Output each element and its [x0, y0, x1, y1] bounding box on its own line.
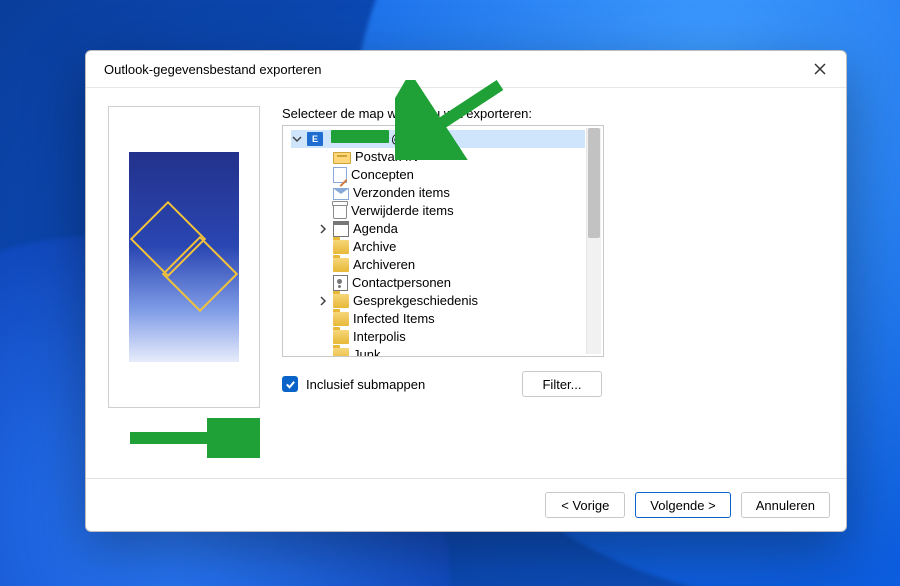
folder-icon	[333, 240, 349, 254]
tree-root-account[interactable]: E @live.nl	[291, 130, 585, 148]
tree-scrollbar[interactable]	[586, 128, 601, 354]
tree-item-label: Contactpersonen	[352, 274, 451, 292]
sent-icon	[333, 188, 349, 200]
chevron-right-icon[interactable]	[317, 295, 329, 307]
account-name: @live.nl	[327, 130, 439, 148]
close-button[interactable]	[800, 55, 840, 83]
tree-item[interactable]: Postvak IN	[317, 148, 585, 166]
folder-icon	[333, 348, 349, 356]
mailbox-icon: E	[307, 132, 323, 146]
export-dialog: Outlook-gegevensbestand exporteren Selec…	[85, 50, 847, 532]
tree-item[interactable]: Contactpersonen	[317, 274, 585, 292]
tree-item[interactable]: Gesprekgeschiedenis	[317, 292, 585, 310]
cancel-button[interactable]: Annuleren	[741, 492, 830, 518]
inbox-icon	[333, 152, 351, 164]
tree-item-label: Concepten	[351, 166, 414, 184]
chevron-down-icon[interactable]	[291, 133, 303, 145]
tree-item-label: Archiveren	[353, 256, 415, 274]
folder-icon	[333, 330, 349, 344]
include-subfolders-checkbox[interactable]	[282, 376, 298, 392]
folder-icon	[333, 294, 349, 308]
filter-button[interactable]: Filter...	[522, 371, 602, 397]
tree-item[interactable]: Interpolis	[317, 328, 585, 346]
trash-icon	[333, 203, 347, 219]
cal-icon	[333, 221, 349, 237]
draft-icon	[333, 167, 347, 183]
folder-icon	[333, 312, 349, 326]
folder-tree[interactable]: E @live.nl Postvak INConceptenVerzonden …	[282, 125, 604, 357]
tree-item-label: Verzonden items	[353, 184, 450, 202]
next-button[interactable]: Volgende >	[635, 492, 730, 518]
tree-item[interactable]: Verzonden items	[317, 184, 585, 202]
wizard-hero-image	[108, 106, 260, 408]
tree-item-label: Infected Items	[353, 310, 435, 328]
tree-item-label: Archive	[353, 238, 396, 256]
contacts-icon	[333, 275, 348, 291]
tree-item[interactable]: Agenda	[317, 220, 585, 238]
tree-item-label: Junk	[353, 346, 380, 356]
include-subfolders-label: Inclusief submappen	[306, 377, 425, 392]
tree-item[interactable]: Junk	[317, 346, 585, 356]
close-icon	[814, 63, 826, 75]
tree-item-label: Gesprekgeschiedenis	[353, 292, 478, 310]
titlebar: Outlook-gegevensbestand exporteren	[86, 51, 846, 88]
redacted-bar	[331, 130, 389, 143]
tree-item-label: Agenda	[353, 220, 398, 238]
tree-item[interactable]: Archive	[317, 238, 585, 256]
tree-item[interactable]: Verwijderde items	[317, 202, 585, 220]
tree-item[interactable]: Archiveren	[317, 256, 585, 274]
scroll-thumb[interactable]	[588, 128, 600, 238]
tree-item-label: Verwijderde items	[351, 202, 454, 220]
folder-icon	[333, 258, 349, 272]
tree-item-label: Postvak IN	[355, 148, 418, 166]
dialog-title: Outlook-gegevensbestand exporteren	[104, 62, 322, 77]
tree-item-label: Interpolis	[353, 328, 406, 346]
folder-picker-label: Selecteer de map waaruit u wilt exporter…	[282, 106, 824, 121]
chevron-right-icon[interactable]	[317, 223, 329, 235]
tree-item[interactable]: Concepten	[317, 166, 585, 184]
dialog-footer: < Vorige Volgende > Annuleren	[86, 478, 846, 531]
tree-item[interactable]: Infected Items	[317, 310, 585, 328]
back-button[interactable]: < Vorige	[545, 492, 625, 518]
